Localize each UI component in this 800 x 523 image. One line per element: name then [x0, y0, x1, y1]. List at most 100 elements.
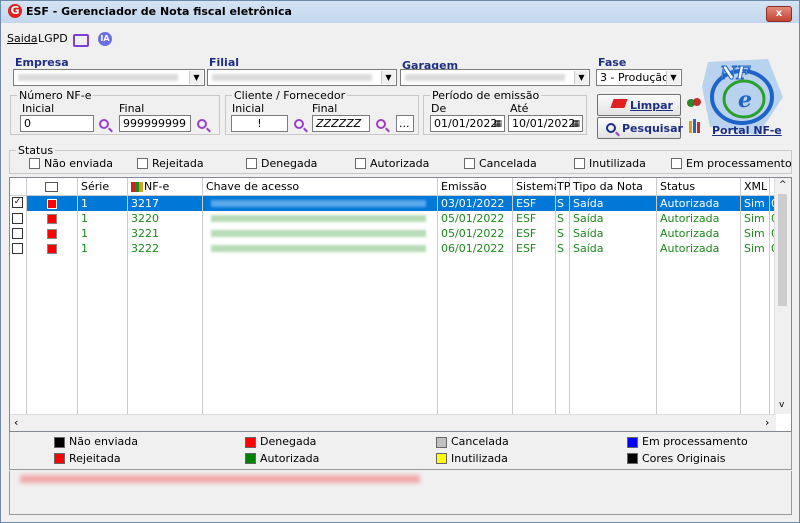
cell-xml: Sim	[741, 241, 770, 256]
header-serie[interactable]: Série	[78, 178, 128, 196]
header-xml[interactable]: XML	[741, 178, 770, 196]
table-row[interactable]: ✓ 1 3217 03/01/2022 ESF S Saída Autoriza…	[10, 196, 776, 211]
close-button[interactable]: x	[766, 6, 792, 22]
scroll-down-icon[interactable]: v	[779, 400, 784, 410]
search-icon[interactable]	[376, 119, 386, 129]
cliente-legend: Cliente / Fornecedor	[234, 89, 346, 102]
status-checkbox-inutilizada[interactable]	[574, 158, 585, 169]
header-icon[interactable]	[27, 178, 78, 196]
header-emissao[interactable]: Emissão	[438, 178, 513, 196]
calendar-icon[interactable]: ▦	[493, 117, 502, 132]
menu-saida[interactable]: Saida	[7, 32, 38, 45]
filial-select[interactable]: ▼	[207, 69, 397, 86]
row-checkbox-cell[interactable]	[10, 226, 27, 241]
main-window: G ESF - Gerenciador de Nota fiscal eletr…	[0, 0, 800, 523]
header-chave[interactable]: Chave de acesso	[203, 178, 438, 196]
header-status[interactable]: Status	[657, 178, 741, 196]
cliente-final-label: Final	[312, 102, 338, 115]
table-row[interactable]: 1 3221 05/01/2022 ESF S Saída Autorizada…	[10, 226, 776, 241]
garagem-select[interactable]: ▼	[400, 69, 590, 86]
browse-button[interactable]: ...	[396, 115, 414, 132]
cell-xml: Sim	[741, 196, 770, 211]
scroll-up-icon[interactable]: ^	[779, 180, 787, 190]
de-date-input[interactable]: 01/01/2022 ▦	[430, 115, 505, 132]
status-checkbox-denegada[interactable]	[246, 158, 257, 169]
status-checkbox-autorizada[interactable]	[355, 158, 366, 169]
header-nfe[interactable]: NF-e	[128, 178, 203, 196]
garagem-value-redacted	[405, 74, 565, 81]
cell-status: Autorizada	[657, 226, 741, 241]
cell-chave-redacted	[203, 211, 438, 226]
scroll-right-icon[interactable]: ›	[765, 416, 769, 429]
table-row[interactable]: 1 3222 06/01/2022 ESF S Saída Autorizada…	[10, 241, 776, 256]
row-checkbox-cell[interactable]: ✓	[10, 196, 27, 211]
cell-sistema: ESF	[513, 211, 556, 226]
cell-tp: S	[556, 196, 570, 211]
status-color-cell	[27, 196, 78, 211]
vertical-scroll-thumb[interactable]	[778, 194, 787, 306]
monitor-icon[interactable]	[73, 34, 89, 47]
periodo-legend: Período de emissão	[432, 89, 540, 102]
cell-status: Autorizada	[657, 196, 741, 211]
chave-redacted-blur	[211, 215, 426, 222]
cell-chave-redacted	[203, 241, 438, 256]
legend-swatch	[627, 453, 638, 464]
cliente-final-input[interactable]: ZZZZZZ	[312, 115, 370, 132]
color-legend: Não enviada Rejeitada Denegada Autorizad…	[9, 432, 792, 470]
chave-redacted-blur	[211, 230, 426, 237]
cell-emissao: 05/01/2022	[438, 226, 513, 241]
search-icon[interactable]	[294, 119, 304, 129]
nfe-table[interactable]: Série NF-e Chave de acesso Emissão Siste…	[9, 177, 792, 432]
search-icon[interactable]	[197, 119, 207, 129]
fase-select[interactable]: 3 - Produção ▼	[596, 69, 682, 86]
calendar-icon[interactable]: ▦	[571, 117, 580, 132]
header-tp[interactable]: TP	[556, 178, 570, 196]
ate-date-input[interactable]: 10/01/2022 ▦	[508, 115, 583, 132]
ia-icon[interactable]: IA	[98, 32, 112, 46]
legend-swatch	[54, 453, 65, 464]
header-tipo[interactable]: Tipo da Nota fiscal	[570, 178, 657, 211]
status-label: Autorizada	[370, 157, 430, 170]
horizontal-scrollbar[interactable]: ‹ ›	[10, 414, 776, 431]
status-color-cell	[27, 241, 78, 256]
cell-xml: Sim	[741, 211, 770, 226]
table-row[interactable]: 1 3220 05/01/2022 ESF S Saída Autorizada…	[10, 211, 776, 226]
status-color-cell	[27, 226, 78, 241]
numero-inicial-input[interactable]: 0	[20, 115, 94, 132]
row-checkbox[interactable]	[12, 243, 23, 254]
search-icon	[606, 123, 616, 133]
portal-nfe-link[interactable]: Portal NF-e	[712, 124, 782, 137]
empresa-label: Empresa	[15, 56, 69, 69]
numero-nfe-legend: Número NF-e	[19, 89, 92, 102]
numero-final-input[interactable]: 999999999	[119, 115, 191, 132]
empresa-select[interactable]: ▼	[13, 69, 205, 86]
status-label: Não enviada	[44, 157, 113, 170]
scroll-left-icon[interactable]: ‹	[14, 416, 18, 429]
chevron-down-icon: ▼	[381, 71, 395, 84]
ate-date-value: 10/01/2022	[512, 117, 576, 130]
message-redacted	[20, 475, 420, 483]
cliente-inicial-input[interactable]: !	[231, 115, 288, 132]
cell-status: Autorizada	[657, 211, 741, 226]
row-checkbox[interactable]: ✓	[12, 197, 23, 208]
search-icon[interactable]	[99, 119, 109, 129]
status-checkbox-rejeitada[interactable]	[137, 158, 148, 169]
header-check[interactable]	[10, 178, 27, 196]
row-checkbox[interactable]	[12, 228, 23, 239]
legend-label: Denegada	[260, 435, 317, 448]
menu-bar: Saida LGPD	[1, 29, 799, 45]
row-checkbox-cell[interactable]	[10, 241, 27, 256]
limpar-button[interactable]: Limpar	[597, 94, 681, 116]
menu-lgpd[interactable]: LGPD	[38, 32, 68, 45]
row-checkbox-cell[interactable]	[10, 211, 27, 226]
pesquisar-button[interactable]: Pesquisar	[597, 117, 683, 139]
status-checkbox-nao-enviada[interactable]	[29, 158, 40, 169]
status-checkbox-em-processamento[interactable]	[671, 158, 682, 169]
header-sistema[interactable]: Sistema	[513, 178, 560, 196]
empresa-value-redacted	[18, 74, 178, 81]
status-checkbox-cancelada[interactable]	[464, 158, 475, 169]
cell-serie: 1	[78, 241, 128, 256]
cell-emissao: 06/01/2022	[438, 241, 513, 256]
vertical-scrollbar[interactable]: ^ v	[774, 178, 791, 414]
row-checkbox[interactable]	[12, 213, 23, 224]
